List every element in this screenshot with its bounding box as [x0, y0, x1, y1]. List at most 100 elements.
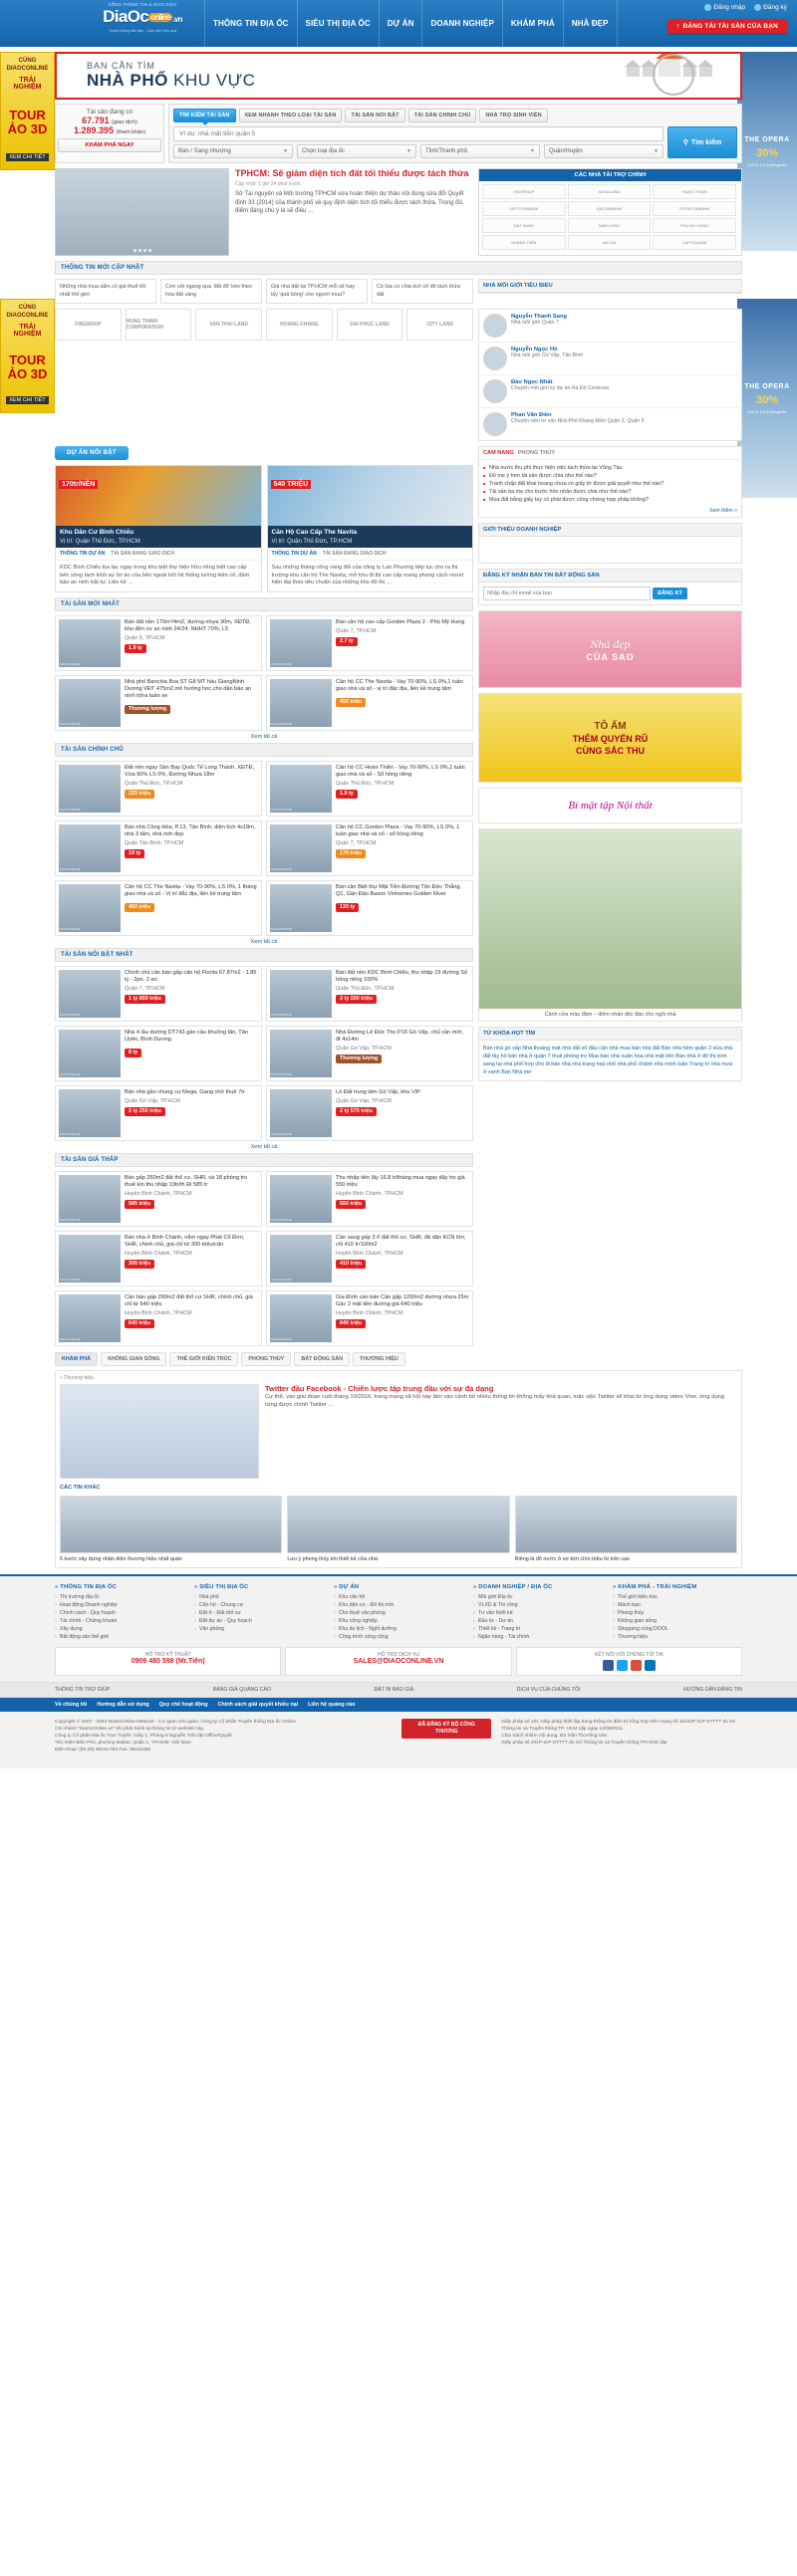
info-card-3[interactable]: Giá nhà đất tại TP.HCM mỗi sẽ hay lấy 'q… — [266, 279, 368, 304]
other-news-text-2[interactable]: Lưu ý phong thủy khi thiết kế cửa nhà — [287, 1556, 509, 1563]
other-news-card-1[interactable]: 5 bước xây dựng nhân diện thương hiệu nh… — [60, 1495, 283, 1563]
listing-thumbnail[interactable]: DIAOCONLINE — [270, 764, 332, 813]
listing-title[interactable]: Gia Đình cần bán Cần gấp 1200m2 đường nh… — [336, 1294, 469, 1308]
strip-link-2[interactable]: BẢNG GIÁ QUẢNG CÁO — [213, 1687, 271, 1693]
select-district[interactable]: Quận/Huyện ▼ — [544, 144, 664, 158]
listing-thumbnail[interactable]: DIAOCONLINE — [270, 618, 332, 667]
left-ad-banner-2[interactable]: CÙNG DIAOCONLINE TRẢI NGHIỆM TOUR ẢO 3D … — [0, 299, 55, 413]
blue-link-4[interactable]: Chính sách giải quyết khiếu nại — [218, 1702, 299, 1708]
nav-item-kham-pha[interactable]: KHÁM PHÁ — [501, 0, 563, 47]
footer-link[interactable]: Xây dựng — [55, 1625, 184, 1633]
strip-link-1[interactable]: THÔNG TIN TRỢ GIÚP — [55, 1687, 110, 1693]
explore-article-title[interactable]: Twitter đầu Facebook - Chiến lược tập tr… — [265, 1384, 737, 1394]
brand-logo-4[interactable]: HOANG KHANG — [266, 309, 333, 341]
rail-cta-1[interactable]: XEM CHI TIẾT — [6, 153, 49, 161]
sponsor-logo-4[interactable]: VIETCOMBANK — [482, 201, 566, 216]
footer-link[interactable]: VLXD & Thi công — [473, 1601, 603, 1609]
footer-link[interactable]: Nhà phố — [194, 1593, 324, 1601]
right-ad-rail-top[interactable]: THE OPERA 30% Chỉ từ 1,5 tỷ đồng/căn — [737, 52, 797, 251]
tab-xem-nhanh[interactable]: XEM NHANH THEO LOẠI TÀI SẢN — [238, 109, 343, 122]
listing-title[interactable]: Chính chủ cần bán gấp căn hộ Florita 67.… — [125, 970, 258, 984]
listing-card[interactable]: DIAOCONLINE Căn hộ CC Gorden Plaza - Vay… — [266, 820, 473, 876]
search-input[interactable] — [173, 126, 664, 141]
listing-title[interactable]: Bán nhà gần chung cư Mega, Gang chờ thuê… — [125, 1089, 258, 1096]
footer-link[interactable]: Khu công nghiệp — [334, 1617, 463, 1625]
handbook-item-2[interactable]: Đồ mẹ ý hơn tài sản được chia như thế nà… — [483, 472, 737, 480]
strip-link-3[interactable]: ĐẶT IN BÁO GIÁ — [374, 1687, 413, 1693]
listing-thumbnail[interactable]: DIAOCONLINE — [270, 969, 332, 1018]
see-all-owner-listings[interactable]: Xem tất cả — [55, 936, 473, 948]
sponsor-logo-6[interactable]: TECHCOMBANK — [653, 201, 736, 216]
footer-link[interactable]: Đất ở - Đất thổ cư — [194, 1609, 324, 1617]
listing-card[interactable]: DIAOCONLINE Bán gấp 260m2 đất thổ cư, SH… — [55, 1170, 262, 1227]
footer-link[interactable]: Bất động sản thế giới — [55, 1633, 184, 1641]
project-image-1[interactable]: 170tr/NỀN — [56, 466, 261, 526]
listing-card[interactable]: DIAOCONLINE Bán nhà Công Hòa, P.13, Tân … — [55, 820, 262, 876]
select-province[interactable]: Tỉnh/Thành phố ▼ — [420, 144, 540, 158]
left-ad-rail-bottom[interactable]: CÙNG DIAOCONLINE TRẢI NGHIỆM TOUR ẢO 3D … — [0, 299, 55, 413]
sponsor-logo-5[interactable]: SACOMBANK — [567, 201, 652, 216]
footer-link[interactable]: Tài chính - Chứng khoán — [55, 1617, 184, 1625]
nav-item-nha-dep[interactable]: NHÀ ĐẸP — [562, 0, 618, 47]
other-news-text-1[interactable]: 5 bước xây dựng nhân diện thương hiệu nh… — [60, 1556, 282, 1563]
nav-item-doanh-nghiep[interactable]: DOANH NGHIỆP — [421, 0, 501, 47]
footer-link[interactable]: Thương hiệu — [613, 1633, 742, 1641]
info-card-2[interactable]: Cơn sốt ngang qua 'đất đỏ' kéo theo hóa … — [160, 279, 262, 304]
footer-link[interactable]: Tư vấn thiết kế — [473, 1609, 603, 1617]
footer-link[interactable]: Môi giới Địa ốc — [473, 1593, 603, 1601]
listing-card[interactable]: DIAOCONLINE Gia Đình cần bán Cần gấp 120… — [266, 1289, 473, 1346]
listing-thumbnail[interactable]: DIAOCONLINE — [59, 883, 121, 932]
dot-2[interactable] — [137, 249, 141, 252]
other-news-card-2[interactable]: Lưu ý phong thủy khi thiết kế cửa nhà — [287, 1495, 510, 1563]
listing-card[interactable]: DIAOCONLINE Nhà Đường Lê Đức Thọ P16 Gò … — [266, 1025, 473, 1081]
tab-nha-tro-sinh-vien[interactable]: NHÀ TRỌ SINH VIÊN — [479, 109, 548, 122]
left-ad-rail-top[interactable]: CÙNG DIAOCONLINE TRẢI NGHIỆM TOUR ẢO 3D … — [0, 52, 55, 170]
listing-thumbnail[interactable]: DIAOCONLINE — [270, 1029, 332, 1077]
featured-news[interactable]: TPHCM: Sẽ giảm diện tích đất tối thiểu đ… — [55, 168, 473, 256]
select-transaction-type[interactable]: Bán / Sang nhượng ▼ — [173, 144, 293, 158]
listing-card[interactable]: DIAOCONLINE Bán đất nền 170m²/4m2, đường… — [55, 614, 262, 671]
listing-card[interactable]: DIAOCONLINE Chính chủ cần bán gấp căn hộ… — [55, 965, 262, 1022]
tab-phong-thuy[interactable]: PHONG THỦY — [518, 450, 555, 456]
agent-item-1[interactable]: Nguyễn Thanh Sang Nhà môi giới Quận 7 — [479, 310, 741, 343]
footer-link[interactable]: Chính sách - Quy hoạch — [55, 1609, 184, 1617]
strip-link-4[interactable]: DỊCH VỤ CỦA CHÚNG TÔI — [517, 1687, 581, 1693]
project-card-2[interactable]: 540 TRIỆU Căn Hộ Cao Cấp The Navita Vị t… — [266, 465, 473, 592]
select-property-type[interactable]: Chọn loại địa ốc ▼ — [297, 144, 416, 158]
project-tab-transactions-1[interactable]: TÀI SẢN ĐANG GIAO DỊCH — [111, 551, 174, 557]
listing-title[interactable]: Căn hộ CC Gorden Plaza - Vay 70-90%, LS … — [336, 824, 469, 838]
listing-card[interactable]: DIAOCONLINE Nhà 4 lầu đường DT743 gần cầ… — [55, 1025, 262, 1081]
blue-link-2[interactable]: Hướng dẫn sử dụng — [97, 1702, 148, 1708]
listing-title[interactable]: Nhà 4 lầu đường DT743 gần cầu khuông tân… — [125, 1030, 258, 1044]
listing-card[interactable]: DIAOCONLINE Cần bán gấp 260m2 đất thổ cư… — [55, 1289, 262, 1346]
listing-card[interactable]: DIAOCONLINE Căn hộ CC Hoàn Thiện - Vay 7… — [266, 760, 473, 817]
footer-link[interactable]: Thiết kế - Trang trí — [473, 1625, 603, 1633]
featured-news-title[interactable]: TPHCM: Sẽ giảm diện tích đất tối thiểu đ… — [235, 168, 473, 179]
listing-thumbnail[interactable]: DIAOCONLINE — [270, 1293, 332, 1342]
listing-thumbnail[interactable]: DIAOCONLINE — [270, 678, 332, 727]
listing-card[interactable]: DIAOCONLINE Căn hộ CC The Navita - Vay 7… — [266, 674, 473, 731]
dot-1[interactable] — [133, 249, 136, 252]
sponsor-logo-1[interactable]: VINGROUP — [482, 184, 566, 199]
sponsor-logo-2[interactable]: NOVALAND — [567, 184, 652, 199]
listing-thumbnail[interactable]: DIAOCONLINE — [270, 823, 332, 872]
listing-title[interactable]: Cần bán gấp 260m2 đất thổ cư SHR, chính … — [125, 1294, 258, 1308]
listing-card[interactable]: DIAOCONLINE Căn hộ CC The Navita - Vay 7… — [55, 879, 262, 936]
keywords-body[interactable]: Bán nhà gò vấp Nhà thoáng mát nhà đất sổ… — [479, 1041, 741, 1080]
listing-card[interactable]: DIAOCONLINE Bán căn hộ cao cấp Gorden Pl… — [266, 614, 473, 671]
rail2-cta[interactable]: XEM CHI TIẾT — [6, 396, 49, 404]
explore-article-image[interactable] — [60, 1383, 259, 1479]
featured-news-image[interactable] — [55, 168, 229, 256]
footer-link[interactable]: Phong thủy — [613, 1609, 742, 1617]
see-all-most-viewed[interactable]: Xem tất cả — [55, 1141, 473, 1153]
listing-thumbnail[interactable]: DIAOCONLINE — [59, 618, 121, 667]
footer-link[interactable]: Không gian sống — [613, 1617, 742, 1625]
footer-link[interactable]: Ngân hàng - Tài chính — [473, 1633, 603, 1641]
footer-link[interactable]: Thế giới kiến trúc — [613, 1593, 742, 1601]
listing-thumbnail[interactable]: DIAOCONLINE — [59, 823, 121, 872]
handbook-item-4[interactable]: Tài sản ba mẹ cho trước hôn nhân được ch… — [483, 488, 737, 496]
sponsor-logo-11[interactable]: AN GIA — [567, 235, 652, 250]
handbook-item-5[interactable]: Mua đất bằng giấy tay có phải được công … — [483, 496, 737, 504]
footer-link[interactable]: Khu dân cư - Đô thị mới — [334, 1601, 463, 1609]
footer-link[interactable]: Shopping cùng DOOL — [613, 1625, 742, 1633]
